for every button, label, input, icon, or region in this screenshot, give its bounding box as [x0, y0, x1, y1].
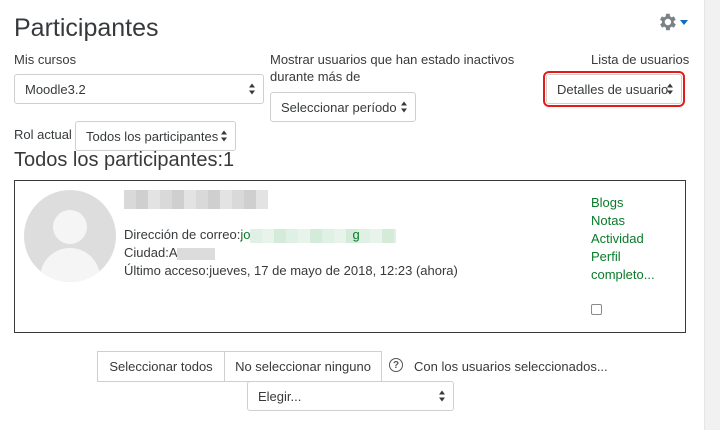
courses-select-value: Moodle3.2 [25, 81, 86, 97]
email-label: Dirección de correo: [124, 227, 241, 242]
user-list-value: Detalles de usuario [557, 81, 669, 97]
inactive-period-select[interactable]: Seleccionar período [270, 92, 416, 122]
gear-icon [656, 11, 678, 33]
notas-link[interactable]: Notas [591, 212, 671, 230]
question-circle-icon[interactable]: ? [389, 358, 403, 372]
courses-select[interactable]: Moodle3.2 [14, 74, 264, 104]
email-redacted [250, 228, 397, 243]
avatar-head-shape [53, 210, 87, 244]
avatar[interactable] [24, 190, 116, 282]
select-all-button[interactable]: Seleccionar todos [97, 351, 225, 382]
last-access-value: jueves, 17 de mayo de 2018, 12:23 (ahora… [209, 263, 458, 278]
city-redacted [177, 247, 216, 260]
bulk-action-value: Elegir... [258, 388, 302, 404]
role-label: Rol actual [14, 127, 72, 142]
user-card: Dirección de correo:jo g Ciudad:A Último … [14, 180, 686, 333]
city-label: Ciudad: [124, 245, 169, 260]
avatar-body-shape [40, 248, 100, 282]
bulk-action-select[interactable]: Elegir... [247, 381, 454, 411]
inactive-period-value: Seleccionar período [281, 99, 397, 115]
select-arrows-icon [221, 130, 228, 142]
courses-label: Mis cursos [14, 52, 77, 67]
email-line: Dirección de correo:jo g [124, 227, 397, 243]
select-arrows-icon [667, 83, 674, 95]
inactive-label-line2: durante más de [270, 69, 361, 84]
user-fullname-redacted[interactable] [124, 190, 268, 209]
vertical-scrollbar[interactable] [704, 0, 720, 430]
blogs-link[interactable]: Blogs [591, 194, 671, 212]
email-tail: g [352, 227, 360, 242]
user-list-select[interactable]: Detalles de usuario [543, 71, 685, 107]
email-visible[interactable]: jo [240, 227, 250, 242]
role-select-value: Todos los participantes [86, 128, 219, 144]
city-line: Ciudad:A [124, 245, 216, 260]
select-arrows-icon [439, 390, 446, 402]
select-arrows-icon [401, 101, 408, 113]
deselect-all-button[interactable]: No seleccionar ninguno [224, 351, 382, 382]
inactive-label-line1: Mostrar usuarios que han estado inactivo… [270, 52, 515, 67]
user-select-checkbox[interactable] [591, 304, 602, 315]
user-list-label: Lista de usuarios [591, 52, 690, 67]
page-title: Participantes [14, 14, 159, 42]
last-access-label: Último acceso: [124, 263, 210, 278]
city-visible: A [168, 245, 178, 260]
perfil-link[interactable]: Perfil [591, 248, 671, 266]
chevron-down-icon [680, 19, 688, 25]
select-arrows-icon [249, 83, 256, 95]
settings-menu[interactable] [656, 10, 696, 34]
with-selected-label: Con los usuarios seleccionados... [414, 359, 608, 374]
last-access-line: Último acceso:jueves, 17 de mayo de 2018… [124, 263, 458, 278]
participants-heading: Todos los participantes:1 [14, 149, 235, 171]
actividad-link[interactable]: Actividad [591, 230, 671, 248]
perfil-completo-link[interactable]: completo... [591, 266, 671, 284]
user-links: Blogs Notas Actividad Perfil completo... [591, 194, 671, 284]
role-select[interactable]: Todos los participantes [75, 121, 236, 151]
